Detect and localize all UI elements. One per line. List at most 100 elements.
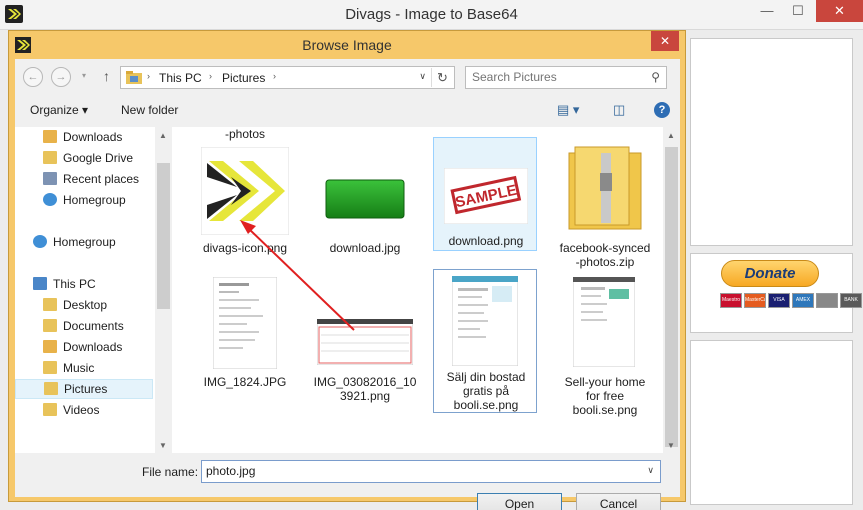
tree-item-downloads[interactable]: Downloads: [19, 127, 157, 147]
file-name: download.jpg: [329, 241, 401, 255]
breadcrumb-separator[interactable]: ›: [209, 71, 212, 81]
sample-thumbnail: SAMPLE: [444, 168, 528, 224]
folder-music-icon: [43, 361, 57, 374]
truncated-item-label: -photos: [224, 127, 266, 141]
dialog-content: ← → ▾ ↑ › This PC › Pictures › ∨ ↻ ⚲ Org…: [15, 59, 680, 510]
file-list-scroll-thumb[interactable]: [665, 147, 678, 447]
tree-item-google-drive[interactable]: Google Drive: [19, 148, 157, 168]
refresh-button[interactable]: ↻: [431, 68, 453, 87]
file-item-salj-din-bostad[interactable]: Sälj din bostad gratis på booli.se.png: [433, 269, 537, 413]
zip-folder-icon: [568, 146, 642, 230]
tree-item-videos[interactable]: Videos: [19, 400, 157, 420]
breadcrumb-separator: ›: [147, 71, 150, 81]
file-item-download-png[interactable]: SAMPLE download.png: [433, 137, 537, 251]
tree-item-label: Music: [63, 361, 95, 375]
folder-icon: [43, 151, 57, 164]
divags-thumbnail: [201, 147, 289, 235]
maximize-button[interactable]: ☐: [783, 0, 813, 22]
tree-item-label: Downloads: [63, 130, 123, 144]
address-dropdown[interactable]: ∨: [419, 71, 426, 82]
folder-pictures-icon: [44, 382, 58, 395]
tree-item-label: This PC: [53, 277, 96, 291]
scroll-up-icon[interactable]: ▲: [667, 131, 675, 140]
computer-icon: [33, 277, 47, 290]
donate-area: Donate Maestro MasterCard VISA AMEX BANK: [690, 253, 862, 333]
scroll-down-icon[interactable]: ▼: [667, 441, 675, 450]
search-input[interactable]: [472, 70, 642, 84]
tree-item-this-pc[interactable]: This PC: [19, 274, 157, 294]
file-name: IMG_03082016_10 3921.png: [313, 375, 417, 403]
scroll-down-icon[interactable]: ▼: [159, 441, 167, 450]
back-button[interactable]: ←: [23, 67, 43, 87]
dialog-titlebar: Browse Image ✕: [9, 31, 685, 59]
main-close-button[interactable]: ✕: [816, 0, 863, 22]
file-name: facebook-synced -photos.zip: [559, 241, 651, 269]
tree-item-downloads-pc[interactable]: Downloads: [19, 337, 157, 357]
navigation-scroll-thumb[interactable]: [157, 163, 170, 309]
dialog-close-button[interactable]: ✕: [651, 31, 679, 51]
secondary-panel[interactable]: [690, 340, 853, 505]
folder-icon: [126, 71, 142, 84]
tree-item-music[interactable]: Music: [19, 358, 157, 378]
main-titlebar: Divags - Image to Base64 — ☐ ✕: [0, 0, 863, 30]
recent-places-icon: [43, 172, 57, 185]
address-bar[interactable]: › This PC › Pictures › ∨ ↻: [120, 66, 455, 89]
navigation-scrollbar[interactable]: ▲ ▼: [155, 127, 172, 453]
organize-menu[interactable]: Organize ▾: [30, 103, 88, 117]
breadcrumb-this-pc[interactable]: This PC: [159, 71, 202, 85]
file-name-combobox[interactable]: ∨: [201, 460, 661, 483]
file-item-img-03082016[interactable]: IMG_03082016_10 3921.png: [313, 275, 417, 407]
file-name: download.png: [448, 234, 524, 248]
file-item-img-1824[interactable]: IMG_1824.JPG: [193, 275, 297, 407]
breadcrumb-pictures[interactable]: Pictures: [222, 71, 265, 85]
search-icon[interactable]: ⚲: [651, 70, 660, 84]
open-button[interactable]: Open: [477, 493, 562, 510]
file-item-facebook-zip[interactable]: facebook-synced -photos.zip: [553, 145, 657, 269]
tree-item-homegroup[interactable]: Homegroup: [19, 232, 157, 252]
breadcrumb-separator[interactable]: ›: [273, 71, 276, 81]
new-folder-button[interactable]: New folder: [121, 103, 178, 117]
main-window-title: Divags - Image to Base64: [345, 6, 518, 23]
search-box[interactable]: ⚲: [465, 66, 667, 89]
visa-icon: VISA: [768, 293, 790, 308]
file-name-area: File name: ∨: [15, 455, 680, 497]
tree-item-homegroup-sub[interactable]: Homegroup: [19, 190, 157, 210]
file-item-sell-your-home[interactable]: Sell-your home for free booli.se.png: [553, 275, 657, 417]
preview-pane-icon[interactable]: ◫: [613, 102, 625, 118]
file-name-label: File name:: [142, 465, 199, 479]
folder-download-icon: [43, 340, 57, 353]
tree-item-pictures[interactable]: Pictures: [15, 379, 153, 399]
folder-desktop-icon: [43, 298, 57, 311]
file-name: divags-icon.png: [202, 241, 288, 255]
file-name-input[interactable]: [206, 464, 626, 478]
scroll-up-icon[interactable]: ▲: [159, 131, 167, 140]
chevron-down-icon[interactable]: ∨: [647, 465, 654, 476]
discover-card-icon: [816, 293, 838, 308]
navigation-pane[interactable]: Downloads Google Drive Recent places Hom…: [15, 127, 173, 453]
file-list[interactable]: -photos divags-icon.png download.jpg SAM…: [173, 127, 680, 453]
file-name: Sälj din bostad gratis på booli.se.png: [446, 370, 526, 412]
tree-item-label: Documents: [63, 319, 124, 333]
browse-image-dialog: Browse Image ✕ ← → ▾ ↑ › This PC › Pictu…: [8, 30, 686, 510]
forward-button[interactable]: →: [51, 67, 71, 87]
file-list-scrollbar[interactable]: ▲ ▼: [663, 127, 680, 453]
webpage-thumbnail: [452, 276, 518, 366]
help-icon[interactable]: ?: [654, 102, 670, 118]
spreadsheet-thumbnail: [317, 319, 413, 365]
cancel-button[interactable]: Cancel: [576, 493, 661, 510]
tree-item-recent-places[interactable]: Recent places: [19, 169, 157, 189]
bank-icon: BANK: [840, 293, 862, 308]
document-thumbnail: [213, 277, 277, 369]
recent-locations-dropdown[interactable]: ▾: [77, 67, 91, 87]
folder-videos-icon: [43, 403, 57, 416]
donate-button[interactable]: Donate: [721, 260, 819, 287]
tree-item-label: Google Drive: [63, 151, 134, 165]
file-item-download-jpg[interactable]: download.jpg: [313, 145, 417, 259]
file-item-divags-icon[interactable]: divags-icon.png: [193, 145, 297, 259]
output-panel[interactable]: [690, 38, 853, 246]
up-button[interactable]: ↑: [103, 68, 110, 84]
minimize-button[interactable]: —: [752, 0, 782, 22]
tree-item-desktop[interactable]: Desktop: [19, 295, 157, 315]
change-view-icon[interactable]: ▤ ▾: [557, 102, 579, 118]
tree-item-documents[interactable]: Documents: [19, 316, 157, 336]
